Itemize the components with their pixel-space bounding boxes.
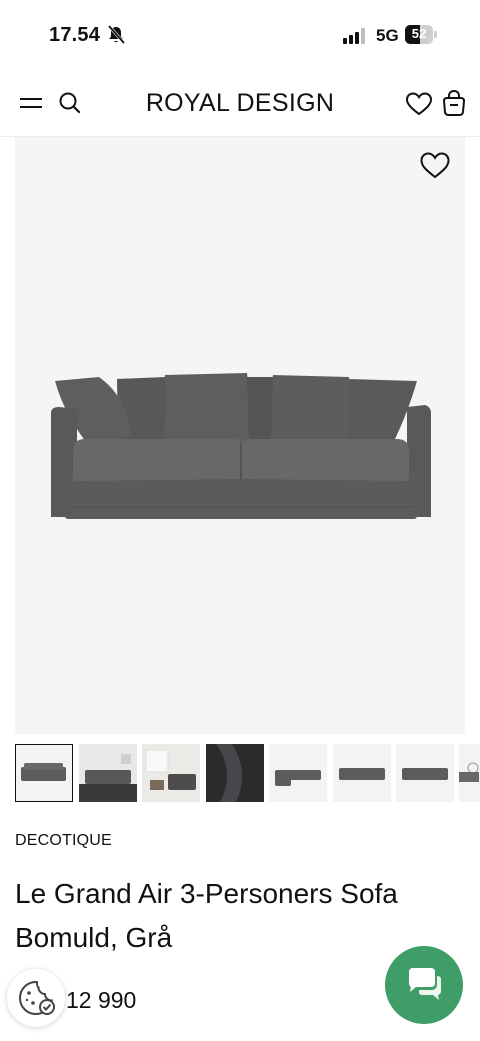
product-price: 12 990 [66, 987, 137, 1013]
menu-icon[interactable] [20, 96, 42, 115]
status-bar: 17.54 5G 52 [0, 0, 480, 70]
site-logo[interactable]: ROYAL DESIGN [120, 89, 360, 118]
thumbnail-8[interactable] [459, 744, 480, 802]
sofa-image [51, 373, 431, 519]
battery-level: 52 [411, 26, 427, 41]
site-header: ROYAL DESIGN [0, 70, 480, 137]
signal-icon [343, 28, 369, 49]
thumbnail-2[interactable] [79, 744, 137, 802]
chat-button[interactable] [385, 946, 463, 1024]
product-image[interactable] [15, 137, 465, 734]
search-icon[interactable] [58, 91, 82, 120]
thumbnail-4[interactable] [206, 744, 264, 802]
thumbnail-1[interactable] [15, 744, 73, 802]
cookie-settings-button[interactable] [7, 969, 65, 1027]
favorite-heart-icon[interactable] [419, 151, 451, 185]
battery-icon: 52 [405, 25, 437, 44]
chat-bubbles-icon [409, 968, 441, 1000]
shopping-bag-icon[interactable] [441, 89, 467, 122]
bell-muted-icon [107, 25, 126, 50]
thumbnail-3[interactable] [142, 744, 200, 802]
status-time: 17.54 [49, 24, 101, 46]
network-type: 5G [376, 26, 399, 45]
cookie-icon [18, 980, 55, 1016]
product-brand[interactable]: DECOTIQUE [15, 832, 112, 850]
thumbnail-6[interactable] [333, 744, 391, 802]
heart-icon[interactable] [405, 91, 433, 122]
thumbnail-7[interactable] [396, 744, 454, 802]
thumbnail-5[interactable] [269, 744, 327, 802]
thumbnail-strip[interactable] [15, 744, 480, 804]
